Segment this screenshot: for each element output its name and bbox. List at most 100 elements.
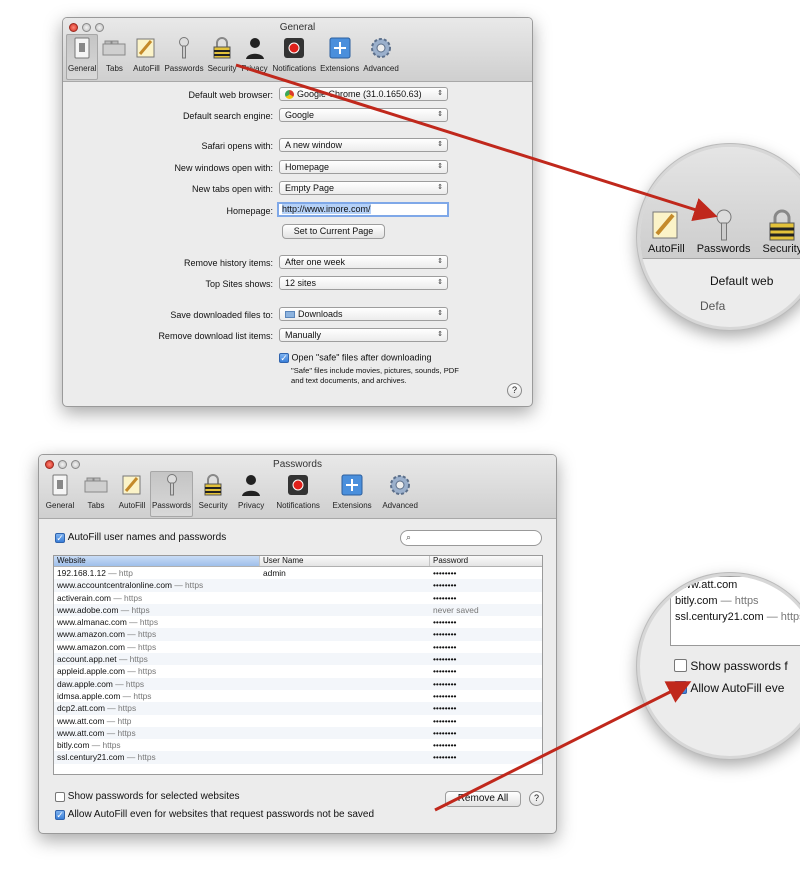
search-engine-popup[interactable]: Google ⇕ [279,108,448,122]
tab-advanced[interactable]: Advanced [377,471,423,517]
table-row[interactable]: www.accountcentralonline.com — https ••••… [54,579,542,592]
user-name-cell [260,592,430,604]
table-row[interactable]: account.app.net — https •••••••• [54,653,542,666]
window-title: Passwords [273,459,322,470]
password-cell: •••••••• [433,666,457,677]
table-row[interactable]: 192.168.1.12 — http admin •••••••• [54,567,542,579]
history-popup[interactable]: After one week ⇕ [279,255,448,269]
show-passwords-checkbox[interactable] [55,791,65,802]
tab-passwords[interactable]: Passwords [162,34,205,80]
table-row[interactable]: www.amazon.com — https •••••••• [54,641,542,653]
tab-privacy[interactable]: Privacy [239,34,271,80]
set-to-current-page-button[interactable]: Set to Current Page [282,224,385,239]
search-input[interactable]: ⌕ [400,530,542,546]
table-row[interactable]: bitly.com — https •••••••• [54,739,542,751]
table-row[interactable]: www.almanac.com — https •••••••• [54,616,542,628]
table-row[interactable]: activerain.com — https •••••••• [54,592,542,604]
general-icon [70,36,94,60]
extensions-icon [328,36,352,60]
autofill-icon [652,211,678,239]
chevron-updown-icon: ⇕ [437,310,443,317]
chevron-updown-icon: ⇕ [437,90,443,97]
top-sites-popup[interactable]: 12 sites ⇕ [279,276,448,290]
allow-autofill-checkbox[interactable]: ✓ [55,809,65,820]
tab-tabs[interactable]: Tabs [78,471,114,517]
lock-icon [210,36,234,60]
website-cell: activerain.com — https [57,592,143,603]
open-safe-files-checkbox[interactable]: ✓ [279,352,289,363]
tab-notifications[interactable]: Notifications [269,471,327,517]
user-name-cell [260,715,430,727]
tab-passwords[interactable]: Passwords [150,471,194,517]
tab-autofill[interactable]: AutoFill [130,34,162,80]
tab-notifications[interactable]: Notifications [271,34,319,80]
new-windows-popup[interactable]: Homepage ⇕ [279,160,448,174]
table-row[interactable]: dcp2.att.com — https •••••••• [54,702,542,715]
autofill-icon [120,473,144,497]
zoom-show-passwords-option: Show passwords f [674,658,788,673]
website-cell: idmsa.apple.com — https [57,690,152,701]
table-row[interactable]: idmsa.apple.com — https •••••••• [54,690,542,702]
opens-with-popup[interactable]: A new window ⇕ [279,138,448,152]
notifications-icon [286,473,310,497]
homepage-field[interactable]: http://www.imore.com/ [277,202,449,217]
tabs-icon [84,473,108,497]
table-row[interactable]: www.att.com — http •••••••• [54,715,542,727]
help-button[interactable]: ? [507,383,522,398]
tab-autofill[interactable]: AutoFill [114,471,150,517]
download-list-popup[interactable]: Manually ⇕ [279,328,448,342]
website-cell: daw.apple.com — https [57,678,145,689]
tab-advanced[interactable]: Advanced [361,34,401,80]
chevron-updown-icon: ⇕ [437,184,443,191]
website-cell: account.app.net — https [57,654,148,665]
column-header-website[interactable]: Website [54,556,260,566]
open-safe-files-option: ✓ Open "safe" files after downloading [279,352,432,363]
table-row[interactable]: ssl.century21.com — https •••••••• [54,751,542,764]
passwords-pane: ✓ AutoFill user names and passwords ⌕ We… [39,519,556,833]
password-cell: •••••••• [433,641,457,652]
allow-autofill-label: Allow AutoFill even for websites that re… [67,809,375,820]
chevron-updown-icon: ⇕ [437,163,443,170]
download-location-popup[interactable]: Downloads ⇕ [279,307,448,321]
website-cell: www.amazon.com — https [57,641,157,652]
passwords-table: Website User Name Password 192.168.1.12 … [53,555,543,775]
autofill-checkbox[interactable]: ✓ [55,532,65,543]
table-row[interactable]: daw.apple.com — https •••••••• [54,677,542,690]
table-row[interactable]: appleid.apple.com — https •••••••• [54,665,542,677]
zoom-show-passwords-checkbox [674,659,687,673]
preferences-toolbar: General Tabs AutoFill Passwords Security… [66,34,401,80]
website-cell: www.almanac.com — https [57,617,159,628]
default-browser-popup[interactable]: Google Chrome (31.0.1650.63) ⇕ [279,87,448,101]
new-windows-label: New windows open with: [174,163,273,173]
window-title: General [279,22,316,33]
search-icon: ⌕ [406,532,412,542]
tab-general[interactable]: General [66,34,99,80]
table-row[interactable]: www.amazon.com — https •••••••• [54,628,542,641]
search-engine-label: Default search engine: [182,111,273,121]
gear-icon [369,36,393,60]
column-header-user-name[interactable]: User Name [260,556,430,566]
tab-extensions[interactable]: Extensions [318,34,361,80]
extensions-icon [340,473,364,497]
column-header-password[interactable]: Password [430,556,542,566]
tab-general[interactable]: General [42,471,78,517]
tab-security[interactable]: Security [193,471,233,517]
help-button[interactable]: ? [529,791,544,806]
show-passwords-label: Show passwords for selected websites [67,791,240,802]
user-name-cell [260,653,430,665]
tab-privacy[interactable]: Privacy [233,471,269,517]
table-row[interactable]: www.adobe.com — https never saved [54,603,542,617]
autofill-icon [134,36,158,60]
titlebar: Passwords General Tabs AutoFill Password… [39,455,556,519]
table-row[interactable]: www.att.com — https •••••••• [54,726,542,740]
history-label: Remove history items: [183,258,273,268]
lock-icon [201,473,225,497]
user-name-cell [260,690,430,702]
user-name-cell [260,702,430,714]
remove-all-button[interactable]: Remove All [445,791,521,807]
new-tabs-popup[interactable]: Empty Page ⇕ [279,181,448,195]
tab-extensions[interactable]: Extensions [327,471,377,517]
tab-security[interactable]: Security [206,34,239,80]
key-icon [160,473,184,497]
tab-tabs[interactable]: Tabs [98,34,130,80]
